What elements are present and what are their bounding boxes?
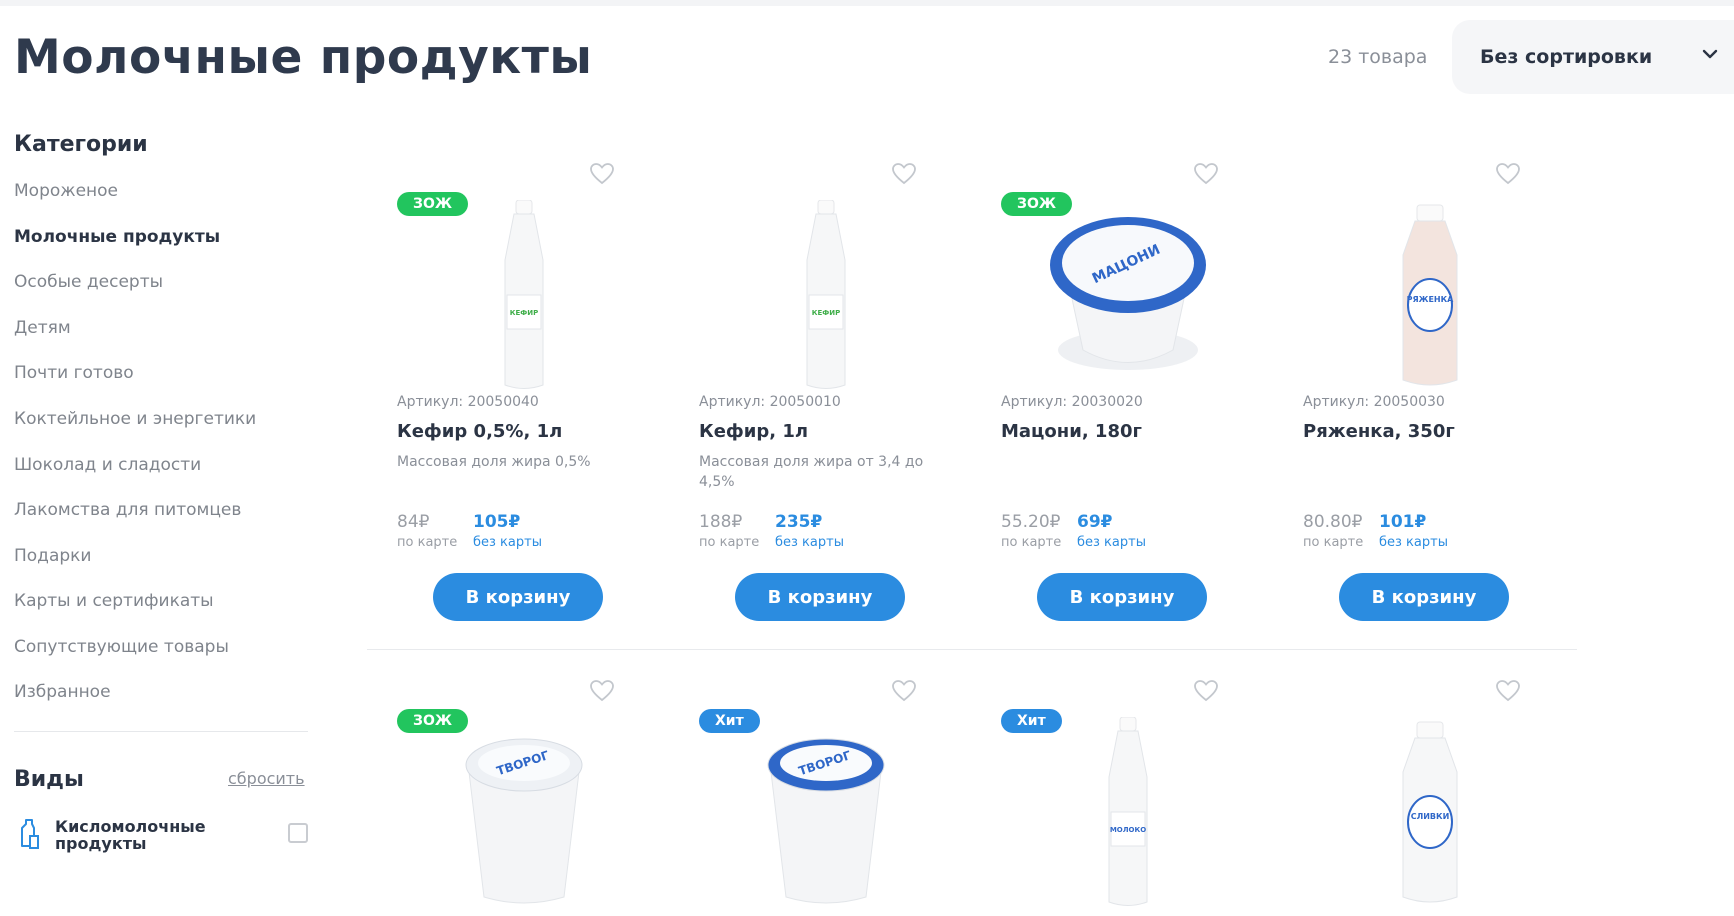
reset-filters-link[interactable]: сбросить	[228, 769, 305, 788]
price-without-card-label: без карты	[473, 535, 542, 550]
category-special-desserts[interactable]: Особые десерты	[14, 272, 163, 292]
price-without-card-label: без карты	[1077, 535, 1146, 550]
product-image-wrap[interactable]: МОЛОКО	[1043, 716, 1213, 912]
product-sku: Артикул: 20050040	[397, 394, 539, 410]
svg-text:СЛИВКИ: СЛИВКИ	[1411, 812, 1450, 821]
category-cocktails[interactable]: Коктейльное и энергетики	[14, 409, 256, 429]
category-favorites[interactable]: Избранное	[14, 682, 111, 702]
svg-text:КЕФИР: КЕФИР	[812, 309, 840, 317]
bottle-icon	[21, 819, 39, 849]
svg-text:РЯЖЕНКА: РЯЖЕНКА	[1407, 295, 1455, 304]
category-accessories[interactable]: Сопутствующие товары	[14, 637, 229, 657]
add-to-cart-button[interactable]: В корзину	[735, 573, 905, 621]
heart-icon[interactable]	[891, 679, 917, 703]
heart-icon[interactable]	[891, 162, 917, 186]
product-name[interactable]: Ряженка, 350г	[1303, 421, 1543, 442]
price-without-card-label: без карты	[775, 535, 844, 550]
category-ice-cream[interactable]: Мороженое	[14, 181, 118, 201]
types-title: Виды	[14, 767, 84, 792]
product-image-wrap[interactable]: МАЦОНИ	[1043, 200, 1213, 395]
category-dairy[interactable]: Молочные продукты	[14, 227, 220, 247]
heart-icon[interactable]	[1193, 679, 1219, 703]
heart-icon[interactable]	[589, 162, 615, 186]
category-chocolate[interactable]: Шоколад и сладости	[14, 455, 201, 475]
product-image: КЕФИР	[806, 199, 846, 389]
category-almost-ready[interactable]: Почти готово	[14, 363, 134, 383]
product-image: КЕФИР	[504, 199, 544, 389]
sort-label: Без сортировки	[1480, 46, 1653, 68]
product-name[interactable]: Кефир 0,5%, 1л	[397, 421, 637, 442]
sidebar-divider	[14, 731, 308, 732]
price-with-card-label: по карте	[1001, 535, 1062, 550]
product-image-wrap[interactable]: ТВОРОГ	[741, 717, 911, 912]
heart-icon[interactable]	[589, 679, 615, 703]
product-name[interactable]: Мацони, 180г	[1001, 421, 1241, 442]
product-count: 23 товара	[1328, 46, 1428, 68]
page-title: Молочные продукты	[14, 30, 593, 85]
category-pet-treats[interactable]: Лакомства для питомцев	[14, 500, 241, 520]
type-option-label: Кисломолочные продукты	[55, 817, 206, 853]
price-without-card: 235₽	[775, 512, 823, 532]
price-without-card: 69₽	[1077, 512, 1113, 532]
product-image-wrap[interactable]: КЕФИР	[741, 199, 911, 395]
product-name[interactable]: Кефир, 1л	[699, 421, 939, 442]
price-with-card-label: по карте	[1303, 535, 1364, 550]
product-sku: Артикул: 20050010	[699, 394, 841, 410]
product-description: Массовая доля жира от 3,4 до 4,5%	[699, 454, 924, 490]
categories-title: Категории	[14, 132, 148, 157]
price-with-card: 84₽	[397, 512, 430, 532]
product-image: ТВОРОГ	[767, 738, 885, 904]
product-sku: Артикул: 20050030	[1303, 394, 1445, 410]
product-sku: Артикул: 20030020	[1001, 394, 1143, 410]
svg-text:КЕФИР: КЕФИР	[510, 309, 538, 317]
price-without-card-label: без карты	[1379, 535, 1448, 550]
price-with-card-label: по карте	[699, 535, 760, 550]
product-image-wrap[interactable]: СЛИВКИ	[1345, 717, 1515, 912]
add-to-cart-button[interactable]: В корзину	[433, 573, 603, 621]
add-to-cart-button[interactable]: В корзину	[1339, 573, 1509, 621]
add-to-cart-button[interactable]: В корзину	[1037, 573, 1207, 621]
heart-icon[interactable]	[1495, 679, 1521, 703]
row-divider	[367, 649, 1577, 650]
product-image-wrap[interactable]: РЯЖЕНКА	[1345, 200, 1515, 395]
price-without-card: 101₽	[1379, 512, 1427, 532]
chevron-down-icon	[1702, 49, 1718, 59]
product-image: МАЦОНИ	[1050, 217, 1206, 370]
category-cards[interactable]: Карты и сертификаты	[14, 591, 214, 611]
heart-icon[interactable]	[1495, 162, 1521, 186]
price-with-card: 55.20₽	[1001, 512, 1061, 532]
price-with-card-label: по карте	[397, 535, 458, 550]
product-image: МОЛОКО	[1108, 716, 1148, 906]
product-image: ТВОРОГ	[465, 738, 583, 904]
sort-dropdown[interactable]: Без сортировки	[1452, 20, 1734, 94]
product-description: Массовая доля жира 0,5%	[397, 454, 591, 470]
category-kids[interactable]: Детям	[14, 318, 71, 338]
svg-text:МОЛОКО: МОЛОКО	[1110, 826, 1146, 834]
price-with-card: 80.80₽	[1303, 512, 1363, 532]
top-bar	[0, 0, 1734, 6]
type-option-checkbox[interactable]	[288, 823, 308, 843]
product-image-wrap[interactable]: ТВОРОГ	[439, 717, 609, 912]
product-image-wrap[interactable]: КЕФИР	[439, 199, 609, 395]
heart-icon[interactable]	[1193, 162, 1219, 186]
product-image: РЯЖЕНКА	[1402, 204, 1458, 386]
price-without-card: 105₽	[473, 512, 521, 532]
price-with-card: 188₽	[699, 512, 743, 532]
category-gifts[interactable]: Подарки	[14, 546, 91, 566]
product-image: СЛИВКИ	[1402, 721, 1458, 903]
